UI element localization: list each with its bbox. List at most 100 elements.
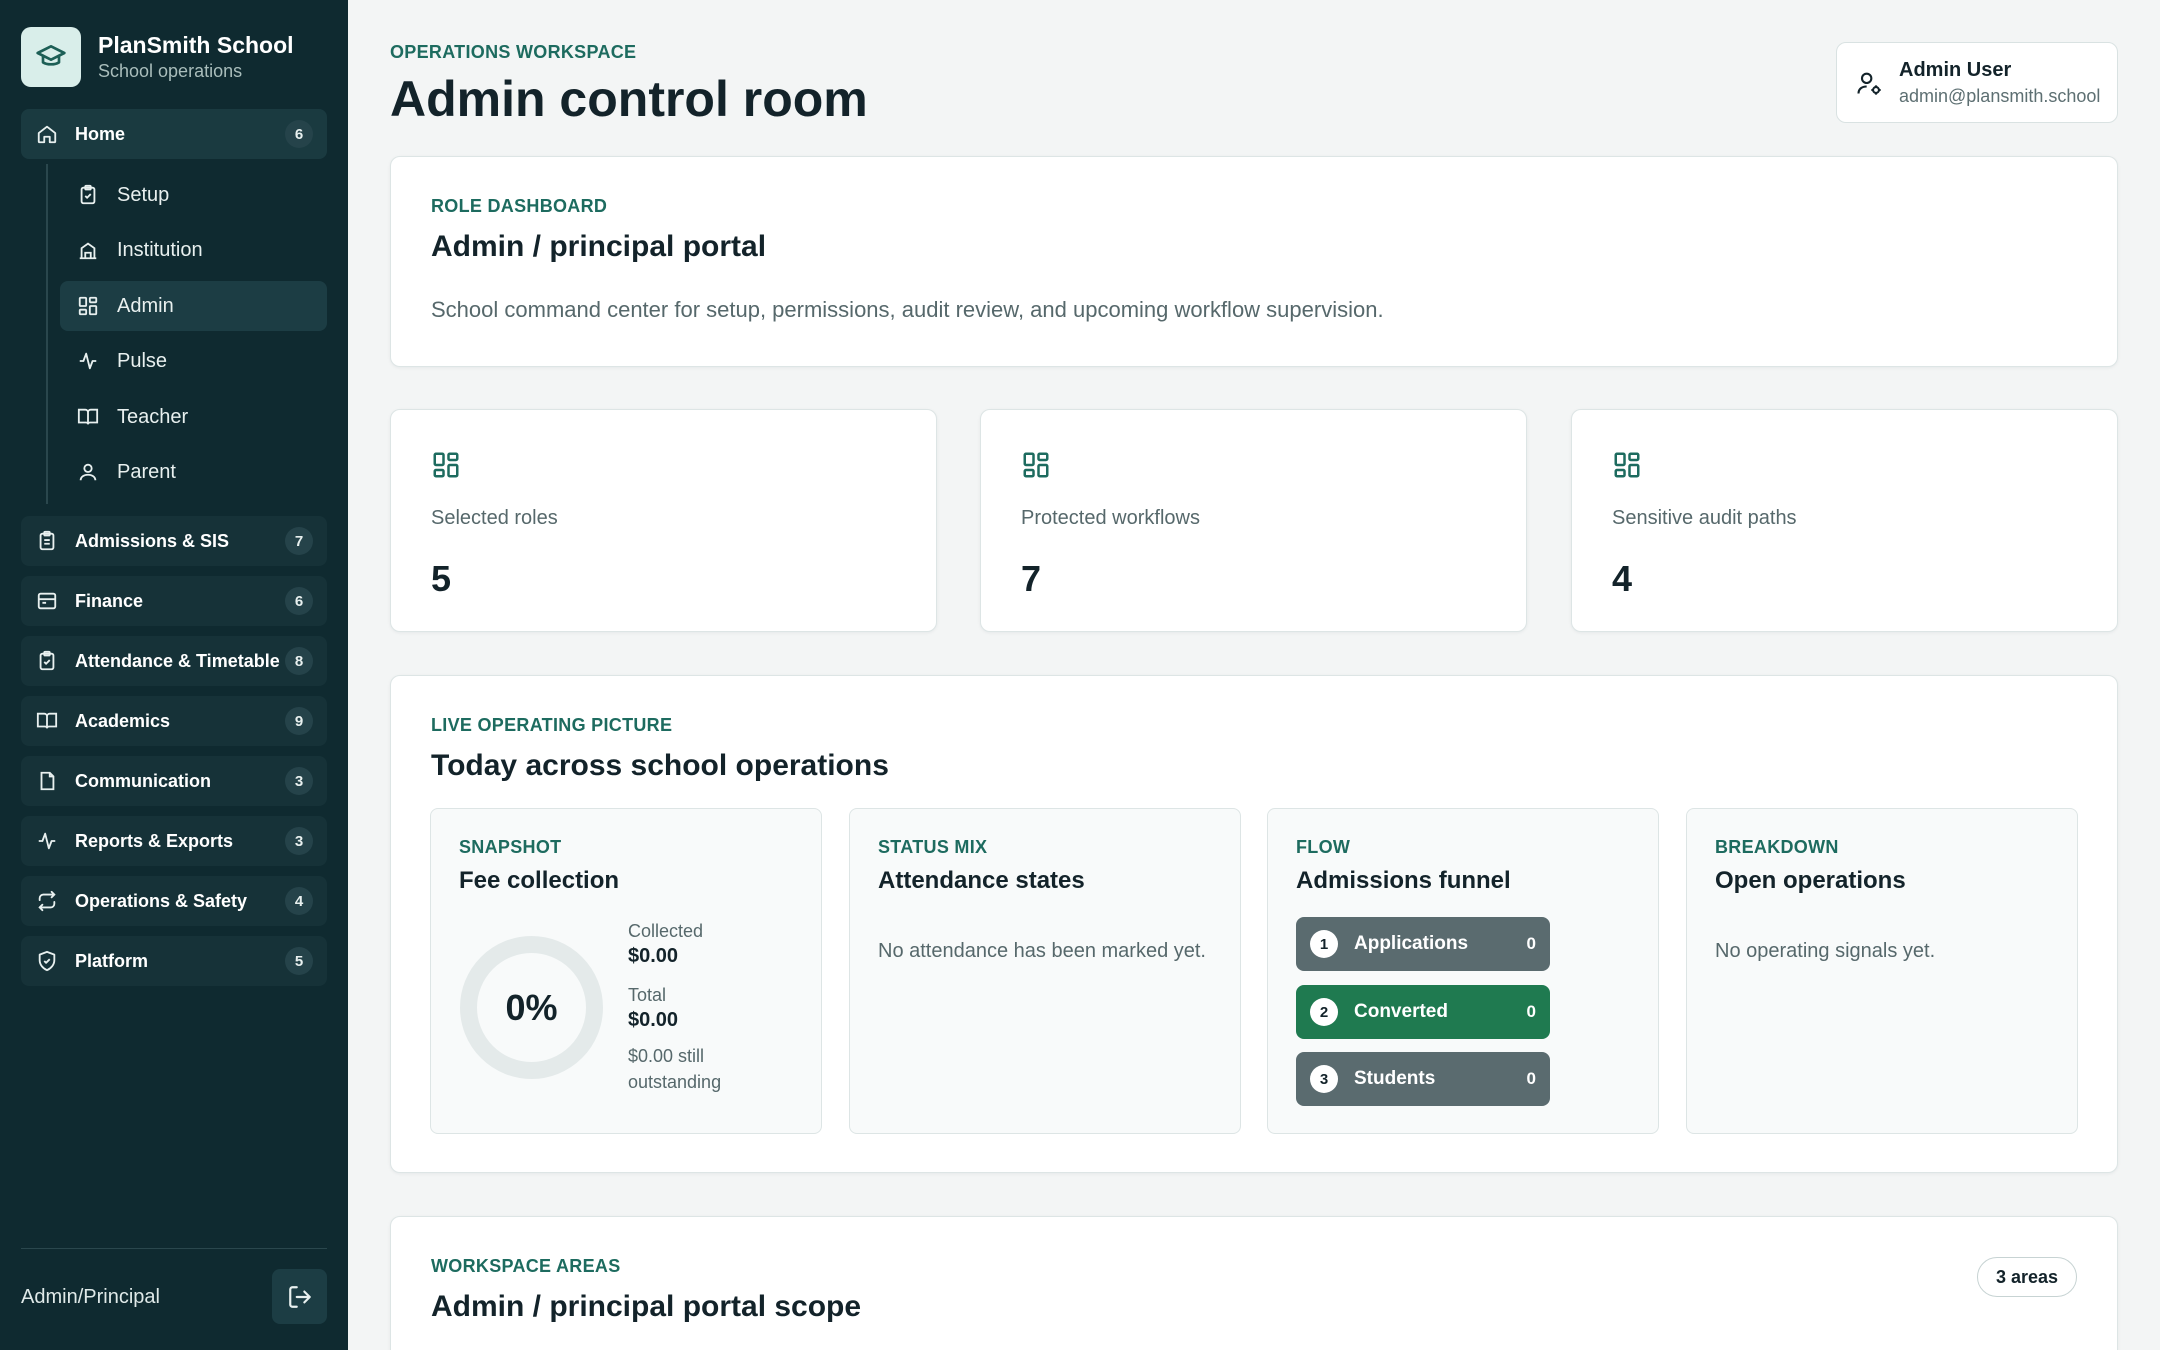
metric-value: 4: [1612, 558, 1633, 599]
user-email: admin@plansmith.school: [1899, 85, 2101, 106]
clipboard-check-icon: [35, 649, 59, 673]
book-icon: [76, 405, 100, 429]
clipboard-icon: [76, 183, 100, 207]
logout-button[interactable]: [272, 1269, 327, 1324]
sidebar-item-attendance[interactable]: Attendance & Timetable 8: [21, 636, 327, 686]
sidebar-count-badge: 8: [285, 647, 313, 675]
grid-icon: [76, 294, 100, 318]
sidebar-item-label: Pulse: [117, 349, 168, 372]
sidebar-item-label: Attendance & Timetable: [75, 650, 280, 671]
open-operations-card: BREAKDOWN Open operations No operating s…: [1686, 808, 2078, 1134]
card-eyebrow: ROLE DASHBOARD: [431, 196, 608, 216]
sidebar-item-label: Platform: [75, 950, 149, 971]
funnel-step-applications[interactable]: 1 Applications 0: [1296, 917, 1550, 971]
sidebar-item-home[interactable]: Home 6: [21, 109, 327, 159]
card-title: Admin / principal portal scope: [431, 1290, 862, 1323]
step-label: Applications: [1354, 933, 1469, 954]
grid-icon: [1612, 450, 1642, 485]
sidebar-item-teacher[interactable]: Teacher: [60, 392, 327, 442]
step-number: 1: [1310, 930, 1338, 958]
total-value: $0.00: [628, 1009, 679, 1031]
brand[interactable]: PlanSmith School School operations: [21, 27, 294, 87]
home-icon: [35, 122, 59, 146]
sidebar-item-label: Reports & Exports: [75, 830, 234, 851]
empty-state: No attendance has been marked yet.: [878, 940, 1206, 962]
sidebar-item-label: Setup: [117, 183, 170, 206]
fee-percent: 0%: [505, 986, 558, 1028]
page-eyebrow: OPERATIONS WORKSPACE: [390, 42, 637, 62]
step-count: 0: [1526, 934, 1536, 953]
sidebar-item-label: Parent: [117, 460, 176, 483]
sidebar-item-admin[interactable]: Admin: [60, 281, 327, 331]
sidebar-item-parent[interactable]: Parent: [60, 447, 327, 497]
sidebar-item-communication[interactable]: Communication 3: [21, 756, 327, 806]
sidebar-item-institution[interactable]: Institution: [60, 225, 327, 275]
grid-icon: [431, 450, 461, 485]
sidebar-item-label: Communication: [75, 770, 212, 791]
card-title: Open operations: [1715, 867, 1906, 894]
outstanding-text: $0.00 still outstanding: [628, 1046, 722, 1092]
card-eyebrow: FLOW: [1296, 837, 1351, 857]
fee-collection-card: SNAPSHOT Fee collection 0% Collected $0.…: [430, 808, 822, 1134]
metric-value: 5: [431, 558, 452, 599]
card-title: Admissions funnel: [1296, 867, 1511, 894]
sidebar-item-label: Admissions & SIS: [75, 530, 230, 551]
graduation-cap-icon: [21, 27, 81, 87]
sidebar-item-reports[interactable]: Reports & Exports 3: [21, 816, 327, 866]
metric-value: 7: [1021, 558, 1042, 599]
sidebar-item-admissions[interactable]: Admissions & SIS 7: [21, 516, 327, 566]
areas-count-badge: 3 areas: [1976, 1257, 2077, 1297]
user-menu[interactable]: Admin User admin@plansmith.school: [1836, 42, 2118, 123]
sidebar-item-label: Finance: [75, 590, 144, 611]
card-title: Attendance states: [878, 867, 1085, 894]
workspace-areas-card: WORKSPACE AREAS Admin / principal portal…: [390, 1216, 2118, 1350]
step-number: 3: [1310, 1065, 1338, 1093]
repeat-icon: [35, 889, 59, 913]
sidebar-divider: [21, 1248, 327, 1249]
sidebar-count-badge: 5: [285, 947, 313, 975]
step-count: 0: [1526, 1069, 1536, 1088]
user-name: Admin User: [1899, 58, 2012, 81]
inbox-icon: [35, 589, 59, 613]
sidebar-item-label: Home: [75, 123, 126, 144]
sidebar-count-badge: 3: [285, 827, 313, 855]
user-settings-icon: [1855, 69, 1883, 97]
sidebar-count-badge: 6: [285, 120, 313, 148]
brand-subtitle: School operations: [98, 61, 243, 81]
card-eyebrow: WORKSPACE AREAS: [431, 1256, 621, 1276]
sidebar-item-operations[interactable]: Operations & Safety 4: [21, 876, 327, 926]
step-label: Students: [1354, 1068, 1436, 1089]
metric-label: Protected workflows: [1021, 507, 1200, 529]
attendance-states-card: STATUS MIX Attendance states No attendan…: [849, 808, 1241, 1134]
funnel-step-converted[interactable]: 2 Converted 0: [1296, 985, 1550, 1039]
sidebar-count-badge: 7: [285, 527, 313, 555]
collected-label: Collected: [628, 921, 704, 941]
book-icon: [35, 709, 59, 733]
sidebar-item-label: Admin: [117, 294, 174, 317]
page-title: Admin control room: [390, 71, 868, 127]
subnav-line: [46, 164, 48, 504]
file-icon: [35, 769, 59, 793]
role-description: School command center for setup, permiss…: [431, 297, 1384, 322]
sidebar-count-badge: 9: [285, 707, 313, 735]
sidebar-item-pulse[interactable]: Pulse: [60, 336, 327, 386]
funnel-step-students[interactable]: 3 Students 0: [1296, 1052, 1550, 1106]
card-title: Today across school operations: [431, 749, 889, 782]
shield-icon: [35, 949, 59, 973]
sidebar-item-platform[interactable]: Platform 5: [21, 936, 327, 986]
brand-name: PlanSmith School: [98, 32, 294, 58]
metric-card-sensitive-audit-paths: Sensitive audit paths 4: [1571, 409, 2118, 632]
sidebar-item-finance[interactable]: Finance 6: [21, 576, 327, 626]
sidebar: PlanSmith School School operations Home …: [0, 0, 348, 1350]
sidebar-item-academics[interactable]: Academics 9: [21, 696, 327, 746]
logout-icon: [287, 1284, 313, 1310]
user-icon: [76, 460, 100, 484]
card-title: Admin / principal portal: [431, 230, 767, 263]
fee-donut-chart: 0%: [459, 935, 604, 1080]
metric-label: Selected roles: [431, 507, 558, 529]
metric-card-protected-workflows: Protected workflows 7: [980, 409, 1527, 632]
sidebar-item-label: Institution: [117, 238, 203, 261]
sidebar-item-setup[interactable]: Setup: [60, 170, 327, 220]
activity-icon: [76, 349, 100, 373]
step-count: 0: [1526, 1002, 1536, 1021]
